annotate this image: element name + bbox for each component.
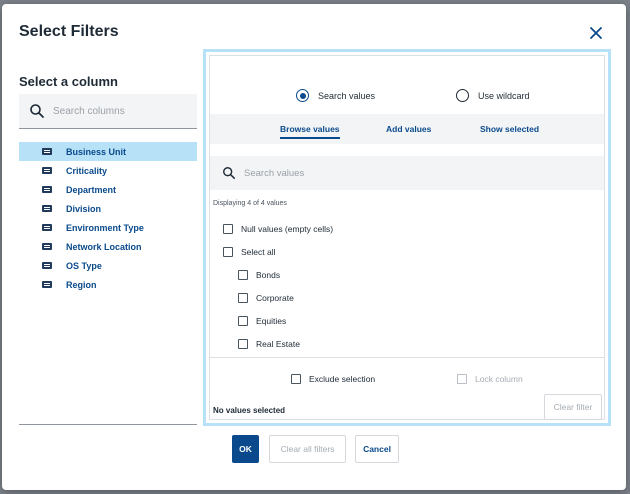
select-all-checkbox[interactable]: Select all (223, 247, 276, 257)
filter-tabs: Browse values Add values Show selected (210, 114, 604, 144)
use-wildcard-label: Use wildcard (478, 90, 530, 101)
dimension-icon (42, 243, 52, 250)
column-item-label: Environment Type (66, 222, 144, 233)
radio-indicator (456, 89, 469, 102)
null-values-label: Null values (empty cells) (241, 224, 334, 234)
value-checkbox-bonds[interactable]: Bonds (238, 270, 280, 280)
value-label: Corporate (256, 293, 294, 303)
column-list: Business Unit Criticality Department Div… (19, 142, 197, 294)
dialog-title: Select Filters (19, 23, 119, 40)
checkbox-box (238, 270, 248, 280)
use-wildcard-radio[interactable]: Use wildcard (456, 89, 530, 102)
dimension-icon (42, 281, 52, 288)
clear-filter-button[interactable]: Clear filter (544, 394, 602, 420)
null-values-checkbox[interactable]: Null values (empty cells) (223, 224, 333, 234)
close-icon (590, 27, 602, 39)
tab-browse-values[interactable]: Browse values (280, 114, 340, 144)
checkbox-box (457, 374, 467, 384)
value-search-input[interactable] (244, 167, 564, 179)
search-values-radio[interactable]: Search values (296, 89, 375, 102)
column-item-business-unit[interactable]: Business Unit (19, 142, 197, 161)
tab-show-selected[interactable]: Show selected (480, 114, 539, 144)
column-search-input[interactable] (53, 105, 193, 117)
search-values-label: Search values (318, 90, 376, 101)
column-item-label: Region (66, 279, 97, 290)
column-item-label: Division (66, 203, 102, 214)
dimension-icon (42, 205, 52, 212)
close-button[interactable] (586, 23, 606, 43)
column-item-label: Network Location (66, 241, 142, 252)
checkbox-box (238, 339, 248, 349)
tab-add-values[interactable]: Add values (386, 114, 431, 144)
exclude-selection-label: Exclude selection (309, 374, 376, 384)
cancel-button[interactable]: Cancel (355, 435, 399, 463)
value-search-box[interactable] (210, 156, 604, 190)
column-search-box[interactable] (19, 94, 197, 129)
ok-button[interactable]: OK (232, 435, 259, 463)
exclude-selection-checkbox[interactable]: Exclude selection (291, 374, 375, 384)
value-checkbox-equities[interactable]: Equities (238, 316, 286, 326)
column-item-network-location[interactable]: Network Location (19, 237, 197, 256)
column-list-divider (19, 424, 197, 425)
displaying-count: Displaying 4 of 4 values (213, 200, 287, 207)
select-filters-dialog: Select Filters Select a column Business … (2, 4, 626, 490)
checkbox-box (223, 247, 233, 257)
column-item-label: Department (66, 184, 117, 195)
column-item-label: OS Type (66, 260, 102, 271)
filter-panel-body: Search values Use wildcard Browse values… (209, 55, 605, 420)
value-checkbox-real-estate[interactable]: Real Estate (238, 339, 300, 349)
checkbox-box (223, 224, 233, 234)
column-item-region[interactable]: Region (19, 275, 197, 294)
radio-selected-indicator (296, 89, 309, 102)
value-checkbox-corporate[interactable]: Corporate (238, 293, 294, 303)
search-icon (30, 104, 44, 118)
clear-all-filters-button[interactable]: Clear all filters (269, 435, 346, 463)
column-item-label: Criticality (66, 165, 108, 176)
options-divider (210, 357, 604, 358)
dimension-icon (42, 167, 52, 174)
select-column-heading: Select a column (19, 74, 118, 89)
dimension-icon (42, 224, 52, 231)
dimension-icon (42, 186, 52, 193)
lock-column-label: Lock column (475, 374, 523, 384)
value-label: Bonds (256, 270, 281, 280)
lock-column-checkbox: Lock column (457, 374, 523, 384)
checkbox-box (291, 374, 301, 384)
column-item-os-type[interactable]: OS Type (19, 256, 197, 275)
filter-panel: Search values Use wildcard Browse values… (203, 49, 611, 426)
select-all-label: Select all (241, 247, 276, 257)
checkbox-box (238, 293, 248, 303)
column-item-department[interactable]: Department (19, 180, 197, 199)
dimension-icon (42, 262, 52, 269)
search-icon (223, 167, 236, 180)
selection-status: No values selected (213, 406, 286, 415)
dimension-icon (42, 148, 52, 155)
column-item-division[interactable]: Division (19, 199, 197, 218)
filter-mode-group: Search values Use wildcard (210, 89, 604, 105)
column-item-label: Business Unit (66, 146, 127, 157)
column-item-environment-type[interactable]: Environment Type (19, 218, 197, 237)
value-label: Equities (256, 316, 287, 326)
checkbox-box (238, 316, 248, 326)
column-item-criticality[interactable]: Criticality (19, 161, 197, 180)
value-label: Real Estate (256, 339, 300, 349)
